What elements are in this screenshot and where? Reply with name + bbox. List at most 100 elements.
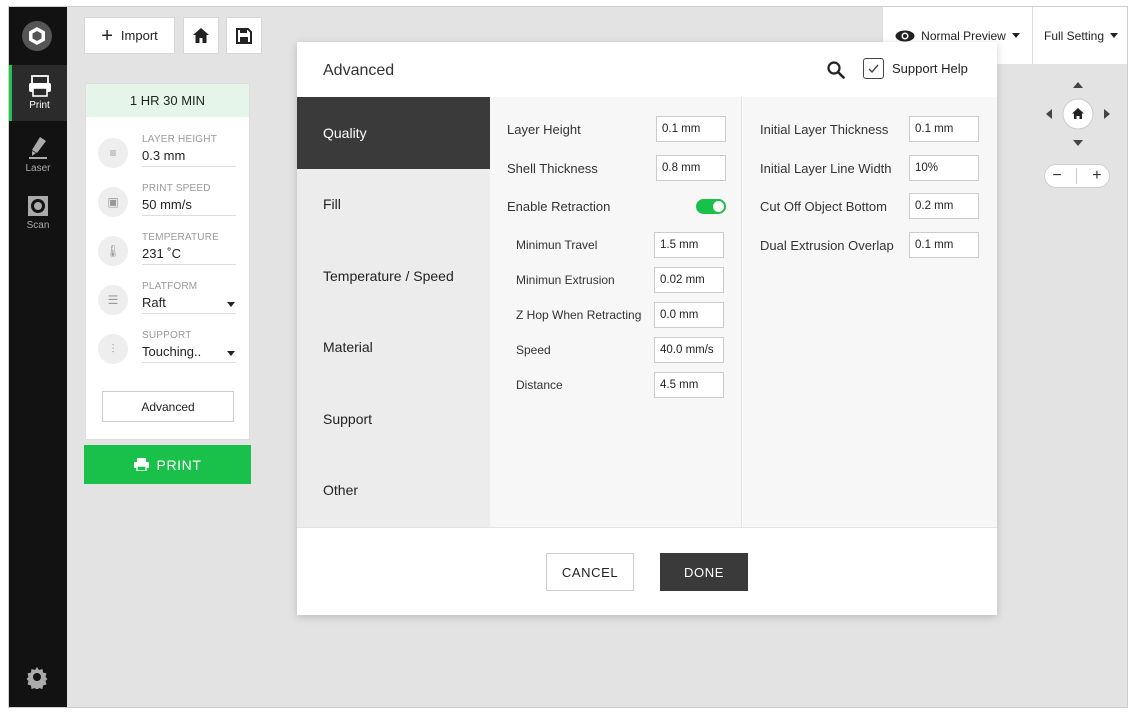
thermometer-icon: 🌡︎ xyxy=(98,236,128,266)
zoom-out-icon[interactable]: − xyxy=(1052,167,1061,185)
field-row: Initial Layer Line Width 10% xyxy=(743,155,997,181)
app-window: Print Laser Scan + Import Normal Preview xyxy=(8,6,1128,708)
home-button[interactable] xyxy=(183,17,219,54)
preview-label: Normal Preview xyxy=(921,28,1006,43)
temperature-value: 231 ˚C xyxy=(142,246,236,265)
category-quality[interactable]: Quality xyxy=(297,97,490,169)
rail-item-scan[interactable]: Scan xyxy=(9,185,67,241)
settings-column-left: Layer Height 0.1 mm Shell Thickness 0.8 … xyxy=(490,97,742,527)
eye-icon xyxy=(895,30,915,41)
print-icon xyxy=(28,75,51,97)
field-label: Dual Extrusion Overlap xyxy=(760,237,894,253)
support-help-label: Support Help xyxy=(892,61,968,76)
field-input[interactable]: 10% xyxy=(909,155,979,181)
print-button[interactable]: PRINT xyxy=(84,445,251,484)
category-temperature-speed[interactable]: Temperature / Speed xyxy=(297,240,490,312)
platform-icon: ☰ xyxy=(98,285,128,315)
full-setting-dropdown[interactable]: Full Setting xyxy=(1032,7,1127,64)
arrow-up-icon xyxy=(1073,82,1083,88)
field-input[interactable]: 0.1 mm xyxy=(656,116,726,142)
field-label: Cut Off Object Bottom xyxy=(760,198,887,214)
printer-icon xyxy=(133,458,149,471)
field-row: Dual Extrusion Overlap 0.1 mm xyxy=(743,232,997,258)
field-label: Layer Height xyxy=(507,121,581,137)
settings-column-right: Initial Layer Thickness 0.1 mm Initial L… xyxy=(743,97,997,527)
advanced-button[interactable]: Advanced xyxy=(102,391,234,422)
field-label: Initial Layer Thickness xyxy=(760,121,889,137)
field-input[interactable]: 1.5 mm xyxy=(654,232,724,258)
field-input[interactable]: 0.0 mm xyxy=(654,302,724,328)
chevron-down-icon xyxy=(1011,33,1020,38)
plus-icon: + xyxy=(101,24,113,47)
field-row: Z Hop When Retracting 0.0 mm xyxy=(490,302,741,328)
arrow-down-icon xyxy=(1073,140,1083,146)
arrow-left-icon xyxy=(1046,109,1052,119)
rail-label-laser: Laser xyxy=(25,163,51,174)
app-logo xyxy=(22,21,52,51)
category-support[interactable]: Support xyxy=(297,383,490,455)
full-setting-label: Full Setting xyxy=(1043,28,1105,43)
import-label: Import xyxy=(120,28,158,43)
modal-title: Advanced xyxy=(323,62,395,79)
field-row: Cut Off Object Bottom 0.2 mm xyxy=(743,193,997,219)
category-fill[interactable]: Fill xyxy=(297,169,490,241)
chevron-down-icon xyxy=(227,302,235,307)
checkbox-icon[interactable] xyxy=(863,58,884,79)
support-value: Touching.. xyxy=(142,344,236,363)
field-input[interactable]: 4.5 mm xyxy=(654,372,724,398)
arrow-right-icon xyxy=(1104,109,1110,119)
print-speed-value: 50 mm/s xyxy=(142,197,236,216)
print-time: 1 HR 30 MIN xyxy=(86,84,249,117)
support-help-toggle[interactable]: Support Help xyxy=(863,58,968,79)
layer-height-label: LAYER HEIGHT xyxy=(142,134,218,145)
support-row[interactable]: ⫶ SUPPORT Touching.. xyxy=(98,330,238,370)
search-icon[interactable] xyxy=(827,61,845,84)
rail-item-laser[interactable]: Laser xyxy=(9,127,67,183)
support-label: SUPPORT xyxy=(142,330,192,341)
done-button[interactable]: DONE xyxy=(660,553,748,591)
rail-item-print[interactable]: Print xyxy=(9,65,67,121)
platform-value: Raft xyxy=(142,295,236,314)
retraction-toggle[interactable] xyxy=(696,198,726,214)
field-row: Speed 40.0 mm/s xyxy=(490,337,741,363)
import-button[interactable]: + Import xyxy=(84,17,175,54)
platform-row[interactable]: ☰ PLATFORM Raft xyxy=(98,281,238,321)
field-label: Initial Layer Line Width xyxy=(760,160,892,176)
field-input[interactable]: 0.1 mm xyxy=(909,116,979,142)
layer-height-row[interactable]: ≡ LAYER HEIGHT 0.3 mm xyxy=(98,134,238,174)
zoom-control: − + xyxy=(1044,164,1110,188)
cancel-button[interactable]: CANCEL xyxy=(546,553,634,591)
settings-gear-icon[interactable] xyxy=(25,665,49,694)
modal-footer: CANCEL DONE xyxy=(297,527,997,615)
scan-icon xyxy=(28,196,48,216)
category-list: Quality Fill Temperature / Speed Materia… xyxy=(297,97,490,527)
field-input[interactable]: 0.1 mm xyxy=(909,232,979,258)
retraction-row: Enable Retraction xyxy=(490,193,741,219)
chevron-down-icon xyxy=(227,351,235,356)
category-material[interactable]: Material xyxy=(297,312,490,384)
zoom-in-icon[interactable]: + xyxy=(1092,167,1101,185)
field-label: Distance xyxy=(516,378,563,392)
category-other[interactable]: Other xyxy=(297,455,490,527)
field-input[interactable]: 40.0 mm/s xyxy=(654,337,724,363)
print-label: PRINT xyxy=(156,456,202,473)
layers-icon: ≡ xyxy=(98,138,128,168)
temperature-row[interactable]: 🌡︎ TEMPERATURE 231 ˚C xyxy=(98,232,238,272)
field-row: Initial Layer Thickness 0.1 mm xyxy=(743,116,997,142)
field-input[interactable]: 0.2 mm xyxy=(909,193,979,219)
platform-label: PLATFORM xyxy=(142,281,198,292)
save-button[interactable] xyxy=(226,17,262,54)
field-label: Z Hop When Retracting xyxy=(516,308,642,322)
support-icon: ⫶ xyxy=(98,334,128,364)
field-label: Minimun Extrusion xyxy=(516,273,615,287)
temperature-label: TEMPERATURE xyxy=(142,232,220,243)
field-row: Distance 4.5 mm xyxy=(490,372,741,398)
rail-label-scan: Scan xyxy=(26,220,50,231)
home-icon xyxy=(193,28,209,43)
print-speed-row[interactable]: ▣ PRINT SPEED 50 mm/s xyxy=(98,183,238,223)
field-row: Minimun Extrusion 0.02 mm xyxy=(490,267,741,293)
field-input[interactable]: 0.8 mm xyxy=(656,155,726,181)
field-input[interactable]: 0.02 mm xyxy=(654,267,724,293)
chevron-down-icon xyxy=(1110,33,1119,38)
retraction-label: Enable Retraction xyxy=(507,198,611,214)
